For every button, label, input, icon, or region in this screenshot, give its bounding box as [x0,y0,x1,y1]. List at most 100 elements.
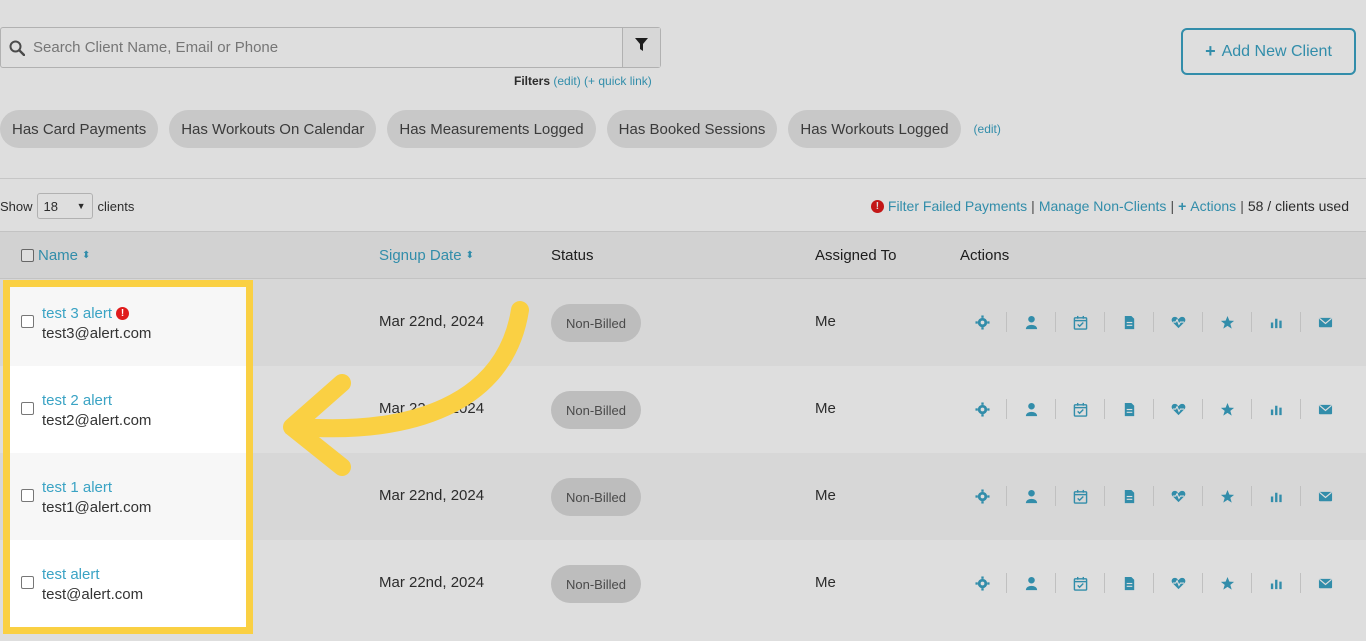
client-name: test 2 alert [42,392,113,409]
chip-has-workouts-on-calendar[interactable]: Has Workouts On Calendar [169,110,377,148]
heart-pulse-icon[interactable] [1154,312,1203,332]
chip-has-booked-sessions[interactable]: Has Booked Sessions [606,110,778,148]
header-signup-date[interactable]: Signup Date ⬍ [379,247,474,264]
document-icon[interactable] [1105,312,1154,332]
row-checkbox[interactable] [21,576,34,589]
gear-icon[interactable] [958,573,1007,593]
calendar-check-icon[interactable] [1056,486,1105,506]
filters-label: Filters [514,74,551,88]
envelope-icon[interactable] [1301,486,1350,506]
star-icon[interactable] [1203,486,1252,506]
user-icon[interactable] [1007,486,1056,506]
user-icon[interactable] [1007,312,1056,332]
show-suffix: clients [97,198,135,214]
client-email: test1@alert.com [42,499,152,516]
filter-button[interactable] [622,28,660,67]
page-size-select[interactable]: 18 ▼ [36,193,93,219]
bar-chart-icon[interactable] [1252,399,1301,419]
heart-pulse-icon[interactable] [1154,399,1203,419]
filters-edit-link[interactable]: (edit) [553,74,580,88]
star-icon[interactable] [1203,573,1252,593]
header-name[interactable]: Name ⬍ [21,247,90,264]
chip-has-workouts-logged[interactable]: Has Workouts Logged [788,110,961,148]
chips-edit-link[interactable]: (edit) [974,122,1001,136]
status-badge: Non-Billed [551,391,641,429]
search-icon [1,28,33,67]
client-name: test 1 alert [42,479,113,496]
client-name-link[interactable]: test alert [42,566,143,583]
assigned-to: Me [815,574,836,591]
client-name-link[interactable]: test 1 alert [42,479,151,496]
heart-pulse-icon[interactable] [1154,573,1203,593]
gear-icon[interactable] [958,312,1007,332]
header-status-label: Status [551,247,594,264]
caret-down-icon: ▼ [76,201,86,211]
client-email: test3@alert.com [42,325,152,342]
header-signup-date-label: Signup Date [379,247,462,264]
table-row: test 1 alert test1@alert.com Mar 22nd, 202… [0,453,1366,540]
calendar-check-icon[interactable] [1056,573,1105,593]
header-actions: Actions [960,247,1009,264]
document-icon[interactable] [1105,399,1154,419]
client-email: test@alert.com [42,586,144,603]
search-input[interactable] [33,28,622,67]
page-size-value: 18 [43,198,58,214]
search-bar [0,27,661,68]
signup-date: Mar 22nd, 2024 [379,487,485,504]
user-icon[interactable] [1007,399,1056,419]
table-links: ! Filter Failed Payments | Manage Non-Cl… [870,198,1349,214]
status-badge: Non-Billed [551,565,641,603]
chip-has-card-payments[interactable]: Has Card Payments [0,110,159,148]
star-icon[interactable] [1203,399,1252,419]
client-name-cell: test 2 alert test2@alert.com [21,392,151,429]
document-icon[interactable] [1105,486,1154,506]
separator: | [1170,198,1175,214]
star-icon[interactable] [1203,312,1252,332]
separator: | [1031,198,1035,214]
filter-failed-payments-link[interactable]: Filter Failed Payments [888,198,1027,214]
bar-chart-icon[interactable] [1252,573,1301,593]
add-new-client-button[interactable]: + Add New Client [1181,28,1356,75]
signup-date: Mar 22nd, 2024 [379,574,485,591]
client-name-link[interactable]: test 2 alert [42,392,151,409]
gear-icon[interactable] [958,486,1007,506]
bar-chart-icon[interactable] [1252,312,1301,332]
chip-has-measurements-logged[interactable]: Has Measurements Logged [387,110,596,148]
header-assigned-to: Assigned To [815,247,896,264]
header-status: Status [551,247,594,264]
row-checkbox[interactable] [21,402,34,415]
document-icon[interactable] [1105,573,1154,593]
alert-icon: ! [870,199,884,213]
table-row: test 2 alert test2@alert.com Mar 22nd, 202… [0,366,1366,453]
client-name: test alert [42,566,100,583]
actions-link[interactable]: Actions [1190,198,1236,214]
show-label: Show [0,198,33,214]
client-name-link[interactable]: test 3 alert! [42,305,151,322]
envelope-icon[interactable] [1301,312,1350,332]
client-name: test 3 alert [42,305,113,322]
row-checkbox[interactable] [21,315,34,328]
row-actions [958,486,1350,506]
client-email: test2@alert.com [42,412,152,429]
bar-chart-icon[interactable] [1252,486,1301,506]
separator: | [1240,198,1244,214]
heart-pulse-icon[interactable] [1154,486,1203,506]
calendar-check-icon[interactable] [1056,312,1105,332]
manage-non-clients-link[interactable]: Manage Non-Clients [1039,198,1167,214]
filters-quick-link[interactable]: (+ quick link) [584,74,652,88]
assigned-to: Me [815,487,836,504]
gear-icon[interactable] [958,399,1007,419]
client-name-cell: test 3 alert! test3@alert.com [21,305,151,342]
filters-line: Filters (edit) (+ quick link) [514,74,652,88]
envelope-icon[interactable] [1301,399,1350,419]
filter-icon [635,38,648,57]
envelope-icon[interactable] [1301,573,1350,593]
table-row: test 3 alert! test3@alert.com Mar 22nd, 20… [0,279,1366,366]
user-icon[interactable] [1007,573,1056,593]
header-assigned-to-label: Assigned To [815,247,897,264]
row-checkbox[interactable] [21,489,34,502]
calendar-check-icon[interactable] [1056,399,1105,419]
clients-used-count: 58 / clients used [1247,198,1349,214]
add-new-client-label: Add New Client [1221,42,1332,60]
select-all-checkbox[interactable] [21,249,34,262]
